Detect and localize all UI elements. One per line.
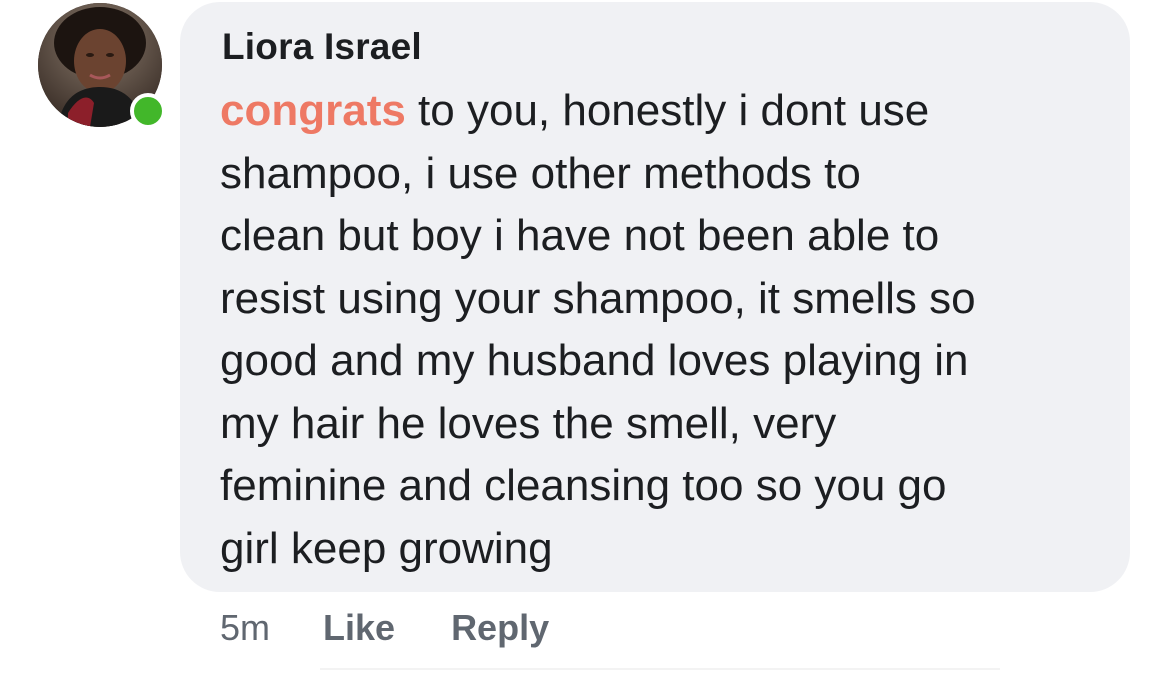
comment-text: congrats to you, honestly i dont use sha…: [220, 80, 1110, 580]
avatar[interactable]: [38, 3, 166, 129]
comment-line-text: to you, honestly i dont use: [405, 86, 930, 135]
online-status-icon: [130, 93, 166, 129]
comment-line: shampoo, i use other methods to: [220, 148, 861, 198]
like-button[interactable]: Like: [323, 607, 395, 649]
comment-line: girl keep growing: [220, 523, 553, 573]
author-name[interactable]: Liora Israel: [222, 26, 422, 68]
comment-line: resist using your shampoo, it smells so: [220, 273, 976, 323]
comment-line: my hair he loves the smell, very: [220, 398, 837, 448]
comment-line: good and my husband loves playing in: [220, 336, 969, 385]
comment-actions: 5m Like Reply: [220, 604, 605, 652]
comment-line: feminine and cleansing too so you go: [220, 461, 947, 510]
highlight-word: congrats: [220, 86, 406, 135]
comment-line: congrats to you, honestly i dont use: [220, 80, 1110, 143]
reply-button[interactable]: Reply: [451, 607, 549, 649]
divider: [320, 668, 1000, 670]
comment-line: clean but boy i have not been able to: [220, 211, 940, 260]
timestamp[interactable]: 5m: [220, 607, 270, 649]
